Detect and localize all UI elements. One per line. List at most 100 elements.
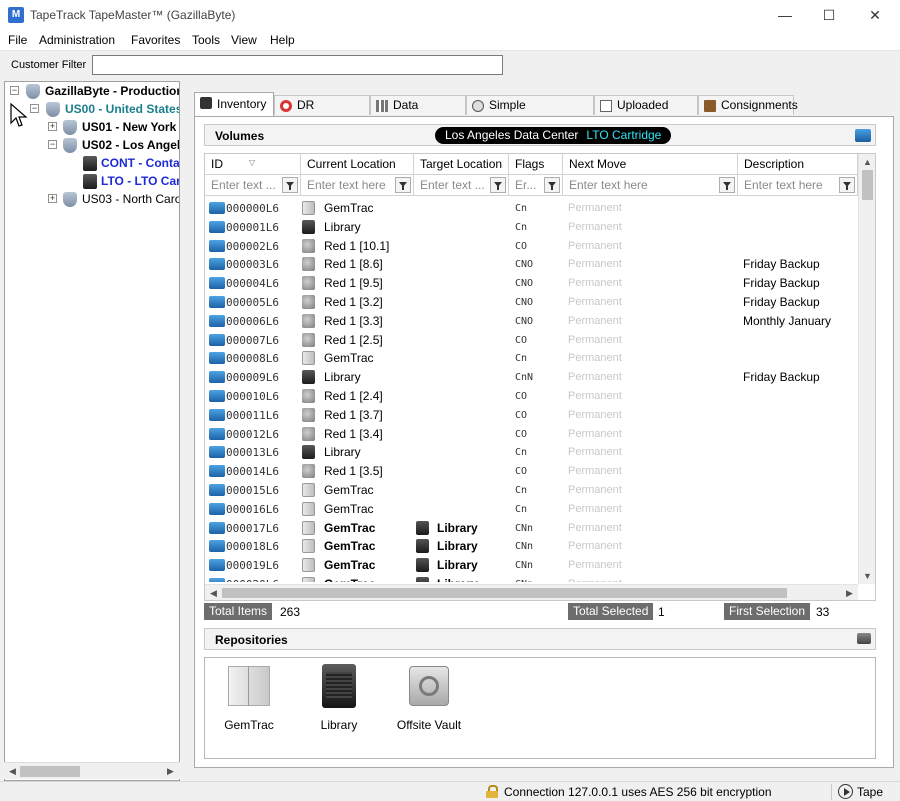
customer-filter-bar: Customer Filter — [0, 50, 900, 78]
minimize-button[interactable]: — — [762, 0, 808, 30]
cell-id: 000019L6 — [226, 559, 279, 573]
table-row[interactable]: 000007L6 Red 1 [2.5] CO Permanent — [205, 331, 857, 350]
filter-icon[interactable] — [839, 177, 855, 193]
tree-node-us02[interactable]: − US02 - Los Angeles — [5, 137, 179, 155]
table-row[interactable]: 000010L6 Red 1 [2.4] CO Permanent — [205, 387, 857, 406]
table-row[interactable]: 000014L6 Red 1 [3.5] CO Permanent — [205, 462, 857, 481]
scroll-right-icon[interactable]: ▶ — [841, 585, 858, 600]
tape-status-label[interactable]: Tape — [857, 785, 883, 799]
table-row[interactable]: 000000L6 GemTrac Cn Permanent — [205, 199, 857, 218]
menu-file[interactable]: File — [8, 33, 27, 47]
scroll-right-icon[interactable]: ▶ — [162, 763, 179, 779]
tree-node-production[interactable]: − GazillaByte - Production — [5, 83, 179, 101]
tree-horizontal-scrollbar[interactable]: ◀ ▶ — [4, 762, 180, 779]
column-header-id[interactable]: ▽ ID — [205, 154, 301, 175]
table-row[interactable]: 000009L6 Library CnN Permanent Friday Backup — [205, 368, 857, 387]
collapse-icon[interactable]: − — [48, 140, 57, 149]
menu-help[interactable]: Help — [270, 33, 295, 47]
repository-offsite-vault[interactable]: Offsite Vault — [389, 664, 469, 732]
table-row[interactable]: 000013L6 Library Cn Permanent — [205, 443, 857, 462]
table-row[interactable]: 000016L6 GemTrac Cn Permanent — [205, 500, 857, 519]
table-row[interactable]: 000002L6 Red 1 [10.1] CO Permanent — [205, 237, 857, 256]
menu-administration[interactable]: Administration — [39, 33, 115, 47]
grid-vertical-scrollbar[interactable]: ▲ ▼ — [858, 154, 875, 584]
table-row[interactable]: 000006L6 Red 1 [3.3] CNO Permanent Monthly J… — [205, 312, 857, 331]
collapse-icon[interactable]: − — [30, 104, 39, 113]
filter-cell-current-location[interactable]: Enter text here — [301, 175, 414, 196]
table-row[interactable]: 000019L6 GemTrac Library CNn Permanent — [205, 556, 857, 575]
tree-node-cont[interactable]: CONT - Container — [5, 155, 179, 173]
filter-icon[interactable] — [544, 177, 560, 193]
expand-icon[interactable]: + — [48, 194, 57, 203]
table-row[interactable]: 000005L6 Red 1 [3.2] CNO Permanent Friday Ba… — [205, 293, 857, 312]
filter-cell-description[interactable]: Enter text here — [738, 175, 858, 196]
collapse-icon[interactable]: − — [10, 86, 19, 95]
scroll-down-icon[interactable]: ▼ — [859, 568, 875, 584]
menu-favorites[interactable]: Favorites — [131, 33, 180, 47]
scroll-left-icon[interactable]: ◀ — [205, 585, 222, 600]
total-selected-label: Total Selected — [568, 603, 654, 620]
cell-id: 000020L6 — [226, 578, 279, 582]
filter-cell-target-location[interactable]: Enter text ... — [414, 175, 509, 196]
cell-target-location: Library — [437, 520, 478, 535]
table-row[interactable]: 000011L6 Red 1 [3.7] CO Permanent — [205, 406, 857, 425]
filter-icon[interactable] — [395, 177, 411, 193]
filter-icon[interactable] — [282, 177, 298, 193]
cell-next-move: Permanent — [568, 220, 622, 233]
table-row[interactable]: 000018L6 GemTrac Library CNn Permanent — [205, 537, 857, 556]
grid-hscroll-thumb[interactable] — [222, 588, 787, 598]
filter-cell-next-move[interactable]: Enter text here — [563, 175, 738, 196]
play-icon[interactable] — [838, 784, 853, 799]
globe-icon — [46, 102, 60, 117]
filter-icon[interactable] — [490, 177, 506, 193]
column-header-next-move[interactable]: Next Move — [563, 154, 738, 175]
tab-uploaded-files[interactable]: Uploaded Files — [594, 95, 698, 130]
scroll-up-icon[interactable]: ▲ — [859, 154, 875, 170]
tab-consignments[interactable]: Consignments — [698, 95, 798, 115]
filter-cell-id[interactable]: Enter text ... — [205, 175, 301, 196]
table-row[interactable]: 000017L6 GemTrac Library CNn Permanent — [205, 519, 857, 538]
tab-inventory[interactable]: Inventory — [194, 92, 274, 116]
column-header-flags[interactable]: Flags — [509, 154, 563, 175]
maximize-button[interactable]: ☐ — [806, 0, 852, 30]
menu-view[interactable]: View — [231, 33, 257, 47]
close-button[interactable]: ✕ — [852, 0, 898, 30]
tape-cartridge-icon — [209, 521, 225, 534]
tab-data-clusters[interactable]: Data Clusters — [370, 95, 466, 130]
grid-vscroll-thumb[interactable] — [862, 170, 873, 200]
table-row[interactable]: 000003L6 Red 1 [8.6] CNO Permanent Friday Ba… — [205, 255, 857, 274]
filter-icon[interactable] — [719, 177, 735, 193]
cell-current-location: Red 1 [3.4] — [324, 426, 383, 441]
table-row[interactable]: 000015L6 GemTrac Cn Permanent — [205, 481, 857, 500]
lifebuoy-icon — [280, 100, 292, 112]
table-row[interactable]: 000008L6 GemTrac Cn Permanent — [205, 349, 857, 368]
cell-id: 000004L6 — [226, 277, 279, 291]
repository-gemtrac[interactable]: GemTrac — [209, 664, 289, 732]
tab-dr-strategies[interactable]: DR Strategies — [274, 95, 370, 130]
cell-id: 000002L6 — [226, 239, 279, 253]
tree-node-us01[interactable]: + US01 - New York — [5, 119, 179, 137]
tree-scroll-thumb[interactable] — [20, 766, 80, 777]
table-row[interactable]: 000004L6 Red 1 [9.5] CNO Permanent Friday Ba… — [205, 274, 857, 293]
tape-cartridge-icon — [209, 446, 225, 459]
tree-node-us00[interactable]: − US00 - United States — [5, 101, 179, 119]
expand-icon[interactable]: + — [48, 122, 57, 131]
column-header-current-location[interactable]: Current Location — [301, 154, 414, 175]
column-header-description[interactable]: Description — [738, 154, 858, 175]
cell-next-move: Permanent — [568, 371, 622, 384]
grid-horizontal-scrollbar[interactable]: ◀ ▶ — [205, 584, 858, 600]
table-row[interactable]: 000001L6 Library Cn Permanent — [205, 218, 857, 237]
table-row[interactable]: 000020L6 GemTrac Library CNn Permanent — [205, 575, 857, 582]
scroll-left-icon[interactable]: ◀ — [4, 763, 21, 779]
table-row[interactable]: 000012L6 Red 1 [3.4] CO Permanent — [205, 425, 857, 444]
tree-node-us03[interactable]: + US03 - North Carolina — [5, 191, 179, 209]
tab-simple-management[interactable]: Simple Management — [466, 95, 594, 130]
cell-id: 000015L6 — [226, 484, 279, 497]
menu-tools[interactable]: Tools — [192, 33, 220, 47]
customer-filter-input[interactable] — [92, 55, 503, 75]
repository-library[interactable]: Library — [299, 664, 379, 732]
tree-node-lto[interactable]: LTO - LTO Cartridge — [5, 173, 179, 191]
globe-icon — [63, 192, 77, 207]
filter-cell-flags[interactable]: Er... — [509, 175, 563, 196]
column-header-target-location[interactable]: Target Location — [414, 154, 509, 175]
